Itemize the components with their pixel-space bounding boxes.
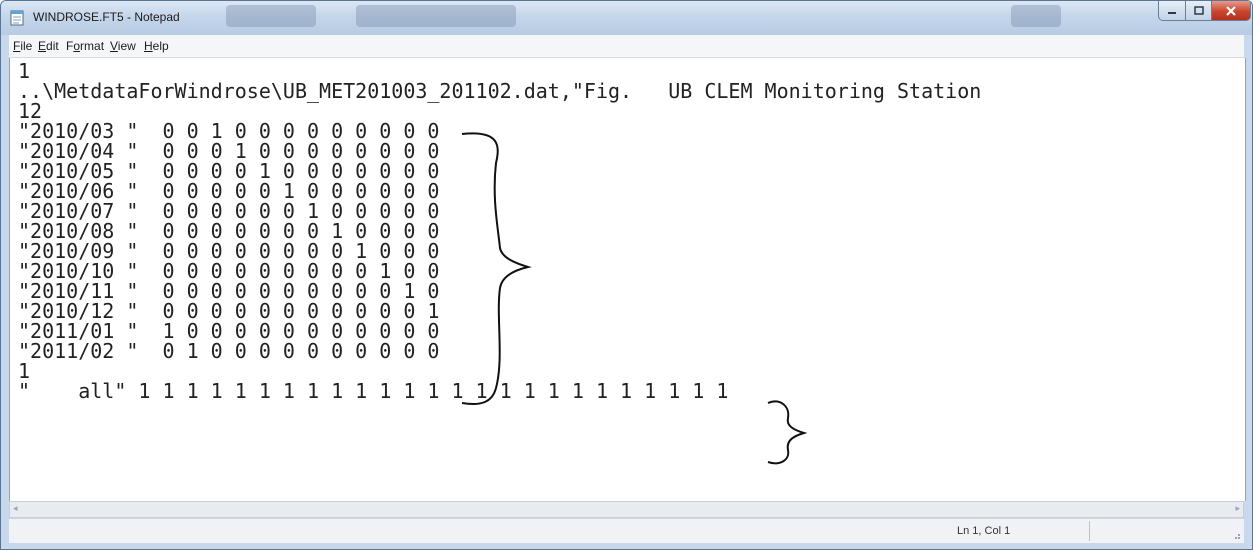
maximize-button[interactable]	[1185, 1, 1212, 21]
scroll-left-arrow-icon[interactable]: ◂	[13, 504, 18, 514]
curly-brace-annotation	[461, 132, 532, 406]
status-divider	[1089, 521, 1090, 541]
menu-format[interactable]: Format	[66, 39, 104, 53]
text-editor[interactable]: 1 ..\MetdataForWindrose\UB_MET201003_201…	[9, 58, 1246, 501]
status-bar: Ln 1, Col 1	[9, 518, 1244, 543]
horizontal-scrollbar[interactable]: ◂ ▸	[9, 501, 1244, 518]
minimize-icon	[1168, 11, 1176, 14]
close-button[interactable]	[1211, 1, 1251, 21]
cursor-position: Ln 1, Col 1	[957, 525, 1011, 537]
menu-edit[interactable]: Edit	[38, 39, 59, 53]
close-icon	[1226, 5, 1236, 16]
scroll-right-arrow-icon[interactable]: ▸	[1235, 504, 1240, 514]
minimize-button[interactable]	[1158, 1, 1186, 21]
menu-bar: File Edit Format View Help	[9, 35, 1244, 58]
notepad-window: WINDROSE.FT5 - Notepad File Edit Format …	[0, 0, 1253, 550]
blurred-background-tab	[226, 5, 316, 27]
window-title: WINDROSE.FT5 - Notepad	[33, 10, 180, 24]
notepad-icon[interactable]	[9, 10, 25, 26]
maximize-icon	[1193, 6, 1204, 15]
curly-brace-annotation	[767, 400, 808, 465]
annotation-brackets	[461, 132, 808, 465]
menu-help[interactable]: Help	[144, 39, 169, 53]
menu-file[interactable]: File	[13, 39, 32, 53]
blurred-background-tab	[1011, 5, 1061, 27]
blurred-background-tab	[356, 5, 516, 27]
title-bar[interactable]: WINDROSE.FT5 - Notepad	[1, 1, 1252, 35]
resize-grip-icon[interactable]	[1231, 530, 1241, 540]
menu-view[interactable]: View	[110, 39, 136, 53]
